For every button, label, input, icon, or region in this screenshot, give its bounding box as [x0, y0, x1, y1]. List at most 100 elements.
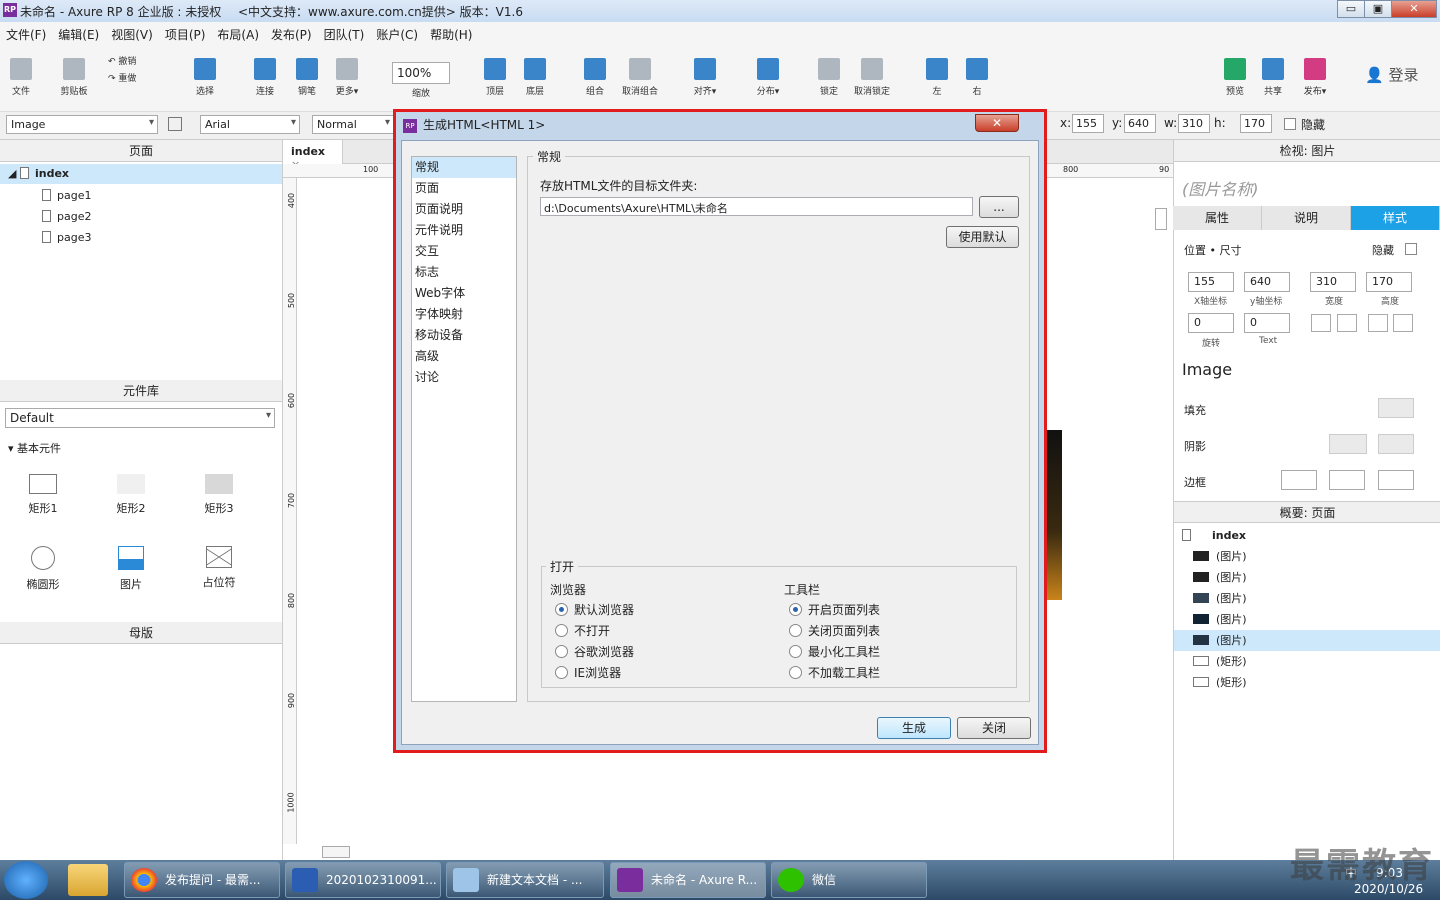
start-button[interactable]	[4, 861, 48, 899]
group-button[interactable]: 组合	[580, 58, 610, 97]
border-color-picker[interactable]	[1329, 470, 1365, 490]
redo-button[interactable]: ↷ 重做	[108, 71, 148, 84]
select-button[interactable]: 选择	[180, 58, 230, 97]
hidden-checkbox[interactable]	[1284, 118, 1296, 130]
radio-chrome[interactable]: 谷歌浏览器	[555, 643, 634, 660]
text-rotate-input[interactable]: 0	[1244, 313, 1290, 333]
inspector-hidden-checkbox[interactable]	[1405, 243, 1417, 255]
undo-button[interactable]: ↶ 撤销	[108, 54, 148, 67]
page-item-page2[interactable]: page2	[42, 207, 91, 227]
menu-account[interactable]: 账户(C)	[376, 26, 418, 43]
menu-edit[interactable]: 编辑(E)	[58, 26, 99, 43]
menu-publish[interactable]: 发布(P)	[271, 26, 312, 43]
inner-shadow-picker[interactable]	[1378, 434, 1414, 454]
generate-button[interactable]: 生成	[877, 717, 951, 739]
folder-path-input[interactable]: d:\Documents\Axure\HTML\未命名	[540, 197, 973, 216]
nav-mobile[interactable]: 移动设备	[412, 325, 516, 346]
style-name-select[interactable]: Image	[1182, 360, 1232, 379]
lock-button[interactable]: 锁定	[814, 58, 844, 97]
preview-button[interactable]: 预览	[1220, 58, 1250, 97]
explorer-icon[interactable]	[68, 864, 108, 896]
slice-icon[interactable]	[1393, 314, 1413, 332]
outline-item[interactable]: (图片)	[1174, 609, 1440, 630]
use-default-button[interactable]: 使用默认	[946, 226, 1019, 248]
zoom-select[interactable]: 100%	[392, 62, 450, 84]
inspector-w-input[interactable]: 310	[1310, 272, 1356, 292]
font-family-select[interactable]: Arial	[200, 115, 300, 134]
distribute-button[interactable]: 分布▾	[750, 58, 786, 97]
nav-font-mapping[interactable]: 字体映射	[412, 304, 516, 325]
radio-no-open[interactable]: 不打开	[555, 622, 610, 639]
canvas-hscroll-thumb[interactable]	[322, 846, 350, 858]
publish-button[interactable]: 发布▾	[1298, 58, 1332, 97]
widget-ellipse[interactable]: 椭圆形	[13, 546, 73, 592]
align-button[interactable]: 对齐▾	[688, 58, 722, 97]
outline-item-selected[interactable]: (图片)	[1174, 630, 1440, 651]
radio-minimize-toolbar[interactable]: 最小化工具栏	[789, 643, 880, 660]
window-close-button[interactable]: ✕	[1391, 0, 1437, 18]
outline-item[interactable]: (矩形)	[1174, 672, 1440, 693]
tab-properties[interactable]: 属性	[1173, 206, 1262, 230]
outer-shadow-picker[interactable]	[1329, 434, 1367, 454]
file-button[interactable]: 文件	[6, 58, 36, 97]
task-notepad[interactable]: 新建文本文档 - ...	[446, 862, 604, 898]
widget-rect1[interactable]: 矩形1	[13, 474, 73, 516]
canvas-vscroll-thumb[interactable]	[1155, 208, 1167, 230]
widget-placeholder[interactable]: 占位符	[189, 546, 249, 590]
border-style-picker[interactable]	[1378, 470, 1414, 490]
rotate-input[interactable]: 0	[1188, 313, 1234, 333]
nav-discussion[interactable]: 讨论	[412, 367, 516, 388]
menu-view[interactable]: 视图(V)	[111, 26, 153, 43]
clipboard-button[interactable]: 剪贴板	[56, 58, 92, 97]
browse-button[interactable]: ...	[979, 196, 1019, 218]
maximize-button[interactable]: ▣	[1364, 0, 1392, 18]
nav-logo[interactable]: 标志	[412, 262, 516, 283]
canvas-image-fragment[interactable]	[1045, 430, 1062, 600]
connect-button[interactable]: 连接	[250, 58, 280, 97]
widget-image[interactable]: 图片	[101, 546, 161, 592]
dialog-close-button[interactable]: ✕	[975, 114, 1019, 132]
tab-notes[interactable]: 说明	[1262, 206, 1351, 230]
share-button[interactable]: 共享	[1258, 58, 1288, 97]
left-button[interactable]: 左	[922, 58, 952, 97]
menu-help[interactable]: 帮助(H)	[430, 26, 472, 43]
ungroup-button[interactable]: 取消组合	[618, 58, 662, 97]
y-input[interactable]: 640	[1124, 114, 1156, 133]
radio-no-toolbar[interactable]: 不加载工具栏	[789, 664, 880, 681]
outline-root[interactable]: index	[1174, 525, 1440, 546]
nav-page-notes[interactable]: 页面说明	[412, 199, 516, 220]
bring-top-button[interactable]: 顶层	[480, 58, 510, 97]
crop-icon[interactable]	[1337, 314, 1357, 332]
widget-type-select[interactable]: Image	[6, 115, 158, 134]
nav-interactions[interactable]: 交互	[412, 241, 516, 262]
radio-default-browser[interactable]: 默认浏览器	[555, 601, 634, 618]
unlock-button[interactable]: 取消锁定	[850, 58, 894, 97]
more-button[interactable]: 更多▾	[330, 58, 364, 97]
pen-button[interactable]: 钢笔	[292, 58, 322, 97]
radio-close-sitemap[interactable]: 关闭页面列表	[789, 622, 880, 639]
widget-rect2[interactable]: 矩形2	[101, 474, 161, 516]
w-input[interactable]: 310	[1178, 114, 1210, 133]
dialog-close-text-button[interactable]: 关闭	[957, 717, 1031, 739]
task-chrome[interactable]: 发布提问 - 最需...	[124, 862, 280, 898]
right-button[interactable]: 右	[962, 58, 992, 97]
widget-name-input[interactable]: (图片名称)	[1182, 176, 1259, 200]
fill-color-picker[interactable]	[1378, 398, 1414, 418]
menu-team[interactable]: 团队(T)	[324, 26, 365, 43]
library-group-basic[interactable]: ▾ 基本元件	[8, 440, 61, 456]
inspector-x-input[interactable]: 155	[1188, 272, 1234, 292]
radio-ie[interactable]: IE浏览器	[555, 664, 621, 681]
nav-general[interactable]: 常规	[412, 157, 516, 178]
task-wechat[interactable]: 微信	[771, 862, 927, 898]
tab-index[interactable]: index ×	[283, 140, 343, 171]
menu-file[interactable]: 文件(F)	[6, 26, 46, 43]
nav-web-fonts[interactable]: Web字体	[412, 283, 516, 304]
menu-layout[interactable]: 布局(A)	[217, 26, 259, 43]
menu-project[interactable]: 项目(P)	[165, 26, 206, 43]
edit-icon[interactable]	[1368, 314, 1388, 332]
task-axure[interactable]: 未命名 - Axure R...	[610, 862, 766, 898]
outline-item[interactable]: (图片)	[1174, 567, 1440, 588]
send-bottom-button[interactable]: 底层	[520, 58, 550, 97]
h-input[interactable]: 170	[1240, 114, 1272, 133]
minimize-button[interactable]: ▭	[1337, 0, 1365, 18]
